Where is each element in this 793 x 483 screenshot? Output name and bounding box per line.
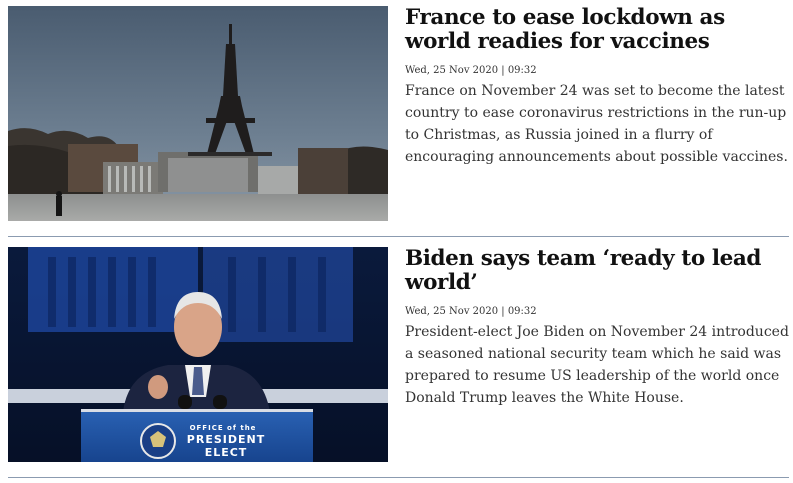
podium-text: OFFICE of the	[190, 424, 257, 432]
article-summary: President-elect Joe Biden on November 24…	[405, 324, 789, 406]
podium-text: PRESIDENT	[187, 433, 265, 446]
article-divider	[8, 236, 789, 237]
article-headline[interactable]: France to ease lockdown as world readies…	[405, 6, 789, 54]
article-divider	[8, 477, 789, 478]
article-date: Wed, 25 Nov 2020 | 09:32	[405, 65, 537, 76]
article-headline[interactable]: Biden says team ‘ready to lead world’	[405, 247, 789, 295]
eiffel-tower-photo	[8, 6, 388, 221]
podium-text: ELECT	[205, 446, 248, 459]
article-text: Biden says team ‘ready to lead world’ We…	[405, 247, 789, 409]
article-image-link[interactable]	[8, 6, 388, 221]
article-text: France to ease lockdown as world readies…	[405, 6, 789, 168]
article-image-link[interactable]: OFFICE of the PRESIDENT ELECT	[8, 247, 388, 462]
article-summary: France on November 24 was set to become …	[405, 83, 788, 165]
article-date: Wed, 25 Nov 2020 | 09:32	[405, 306, 537, 317]
president-elect-podium-photo: OFFICE of the PRESIDENT ELECT	[8, 247, 388, 462]
